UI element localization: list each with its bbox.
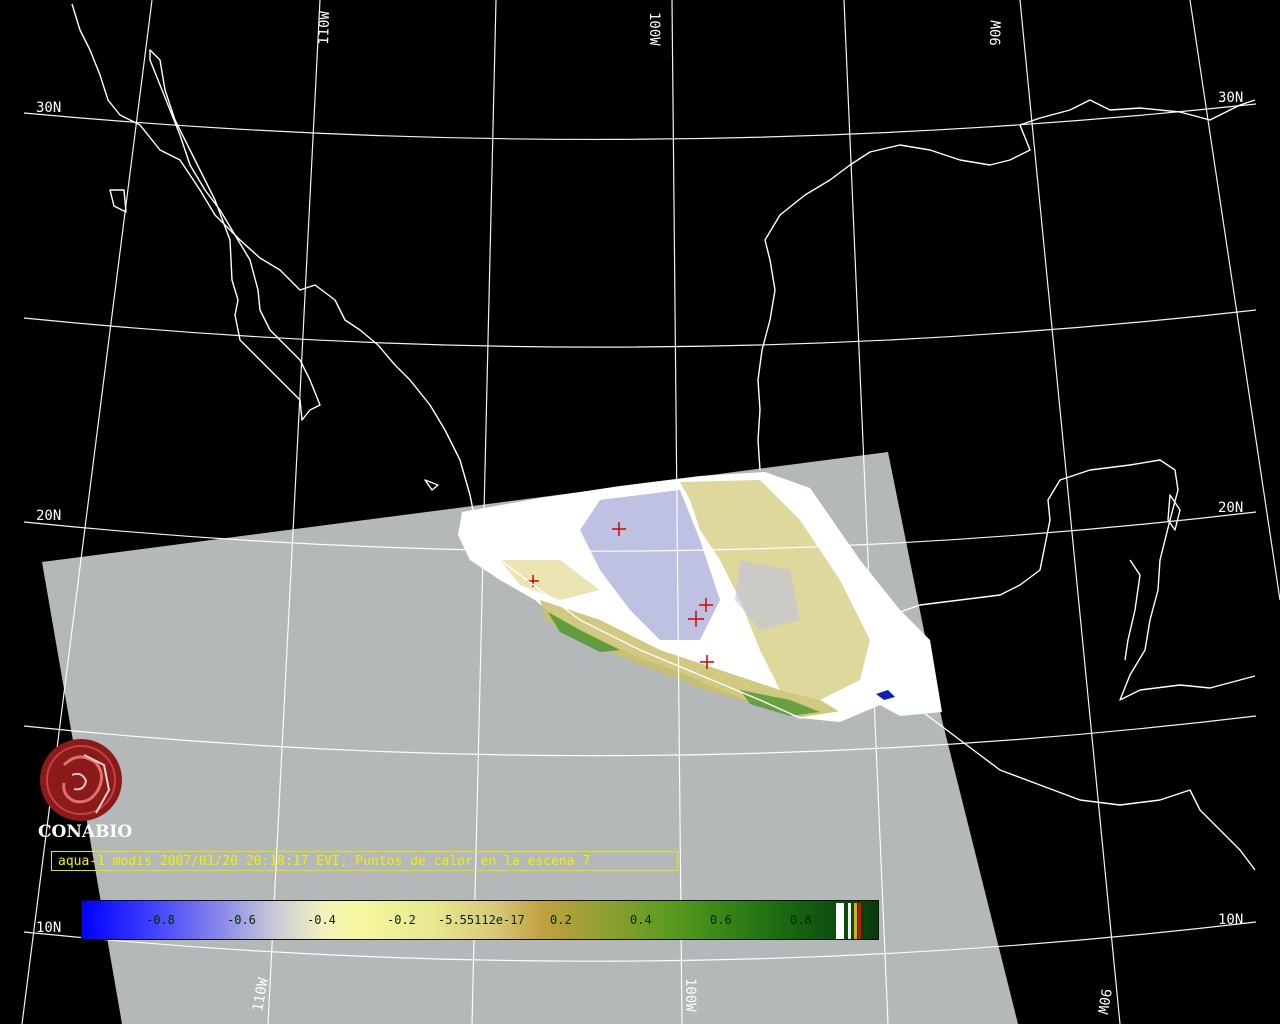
lat-label-20n-left: 20N <box>36 508 61 524</box>
legend-tick: -0.2 <box>387 913 416 927</box>
lat-label-10n-left: 10N <box>36 920 61 936</box>
lon-label-90w-bottom: 90W <box>1094 987 1114 1015</box>
lat-label-20n-right: 20N <box>1218 500 1243 516</box>
lon-label-110w-top: 110W <box>316 10 333 45</box>
conabio-logo-text: CONABIO <box>38 822 133 842</box>
legend-tick: -0.6 <box>227 913 256 927</box>
legend-tick: 0.6 <box>710 913 732 927</box>
legend-no-data-swatch <box>836 903 844 939</box>
legend-tick: -0.8 <box>146 913 175 927</box>
legend-hotspot-swatch <box>854 903 857 939</box>
legend-tick: 0.4 <box>630 913 652 927</box>
lat-label-30n-right: 30N <box>1218 90 1243 106</box>
lon-label-100w-top: 100W <box>646 12 662 46</box>
legend-tick: -0.4 <box>307 913 336 927</box>
evi-color-scale: -0.8 -0.6 -0.4 -0.2 -5.55112e-17 0.2 0.4… <box>81 900 879 940</box>
scene-caption: aqua-1 modis 2007/01/20 20:18:17 EVI, Pu… <box>51 851 678 871</box>
legend-fire-swatch <box>858 903 861 939</box>
lon-label-90w-top: 90W <box>988 20 1005 46</box>
legend-cloud-swatch <box>848 903 851 939</box>
lon-label-100w-bottom: 100W <box>682 978 698 1012</box>
lat-label-10n-right: 10N <box>1218 912 1243 928</box>
legend-tick: 0.8 <box>790 913 812 927</box>
legend-tick: 0.2 <box>550 913 572 927</box>
lat-label-30n-left: 30N <box>36 100 61 116</box>
legend-tick: -5.55112e-17 <box>438 913 525 927</box>
